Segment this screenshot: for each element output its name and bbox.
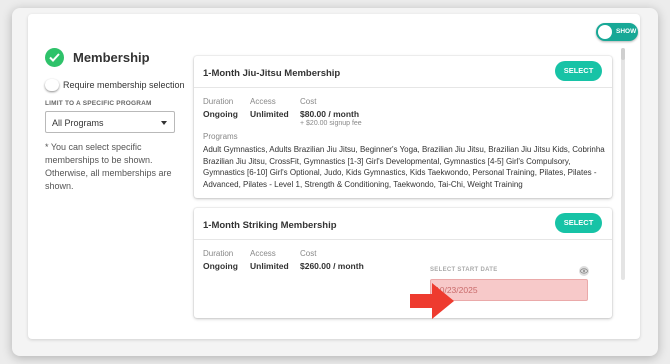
card-header: 1-Month Jiu-Jitsu Membership SELECT <box>194 56 612 88</box>
card-header: 1-Month Striking Membership SELECT <box>194 208 612 240</box>
membership-card: 1-Month Striking Membership SELECT Durat… <box>194 208 612 318</box>
access-value: Unlimited <box>250 109 289 119</box>
duration-label: Duration <box>203 97 234 106</box>
require-membership-toggle[interactable] <box>45 79 59 91</box>
duration-value: Ongoing <box>203 261 238 271</box>
card-title: 1-Month Jiu-Jitsu Membership <box>203 68 341 79</box>
programs-label: Programs <box>203 132 238 141</box>
access-label: Access <box>250 249 276 258</box>
caret-down-icon <box>161 121 167 125</box>
scrollbar-track[interactable] <box>621 48 625 280</box>
toggle-knob <box>598 25 612 39</box>
start-date-label: SELECT START DATE <box>430 267 498 273</box>
require-membership-label: Require membership selection <box>63 80 185 90</box>
cost-value: $80.00 / month <box>300 109 360 119</box>
program-select-value: All Programs <box>52 118 104 128</box>
programs-list: Adult Gymnastics, Adults Brazilian Jiu J… <box>203 145 605 189</box>
eye-icon[interactable] <box>579 266 589 276</box>
show-toggle[interactable]: SHOW <box>596 23 638 41</box>
card-title: 1-Month Striking Membership <box>203 220 337 231</box>
arrow-right-icon <box>410 283 454 319</box>
section-title: Membership <box>73 50 150 65</box>
duration-value: Ongoing <box>203 109 238 119</box>
select-button[interactable]: SELECT <box>555 213 602 233</box>
membership-card: 1-Month Jiu-Jitsu Membership SELECT Dura… <box>194 56 612 198</box>
cost-value: $260.00 / month <box>300 261 364 271</box>
select-button[interactable]: SELECT <box>555 61 602 81</box>
program-select[interactable]: All Programs <box>45 111 175 133</box>
check-icon <box>45 48 64 67</box>
cost-label: Cost <box>300 97 317 106</box>
membership-note: * You can select specific memberships to… <box>45 142 172 191</box>
show-toggle-label: SHOW <box>616 28 637 35</box>
duration-label: Duration <box>203 249 234 258</box>
signup-fee: + $20.00 signup fee <box>300 120 362 127</box>
limit-program-label: LIMIT TO A SPECIFIC PROGRAM <box>45 100 152 107</box>
access-value: Unlimited <box>250 261 289 271</box>
cost-label: Cost <box>300 249 317 258</box>
access-label: Access <box>250 97 276 106</box>
scrollbar-thumb[interactable] <box>621 48 625 60</box>
